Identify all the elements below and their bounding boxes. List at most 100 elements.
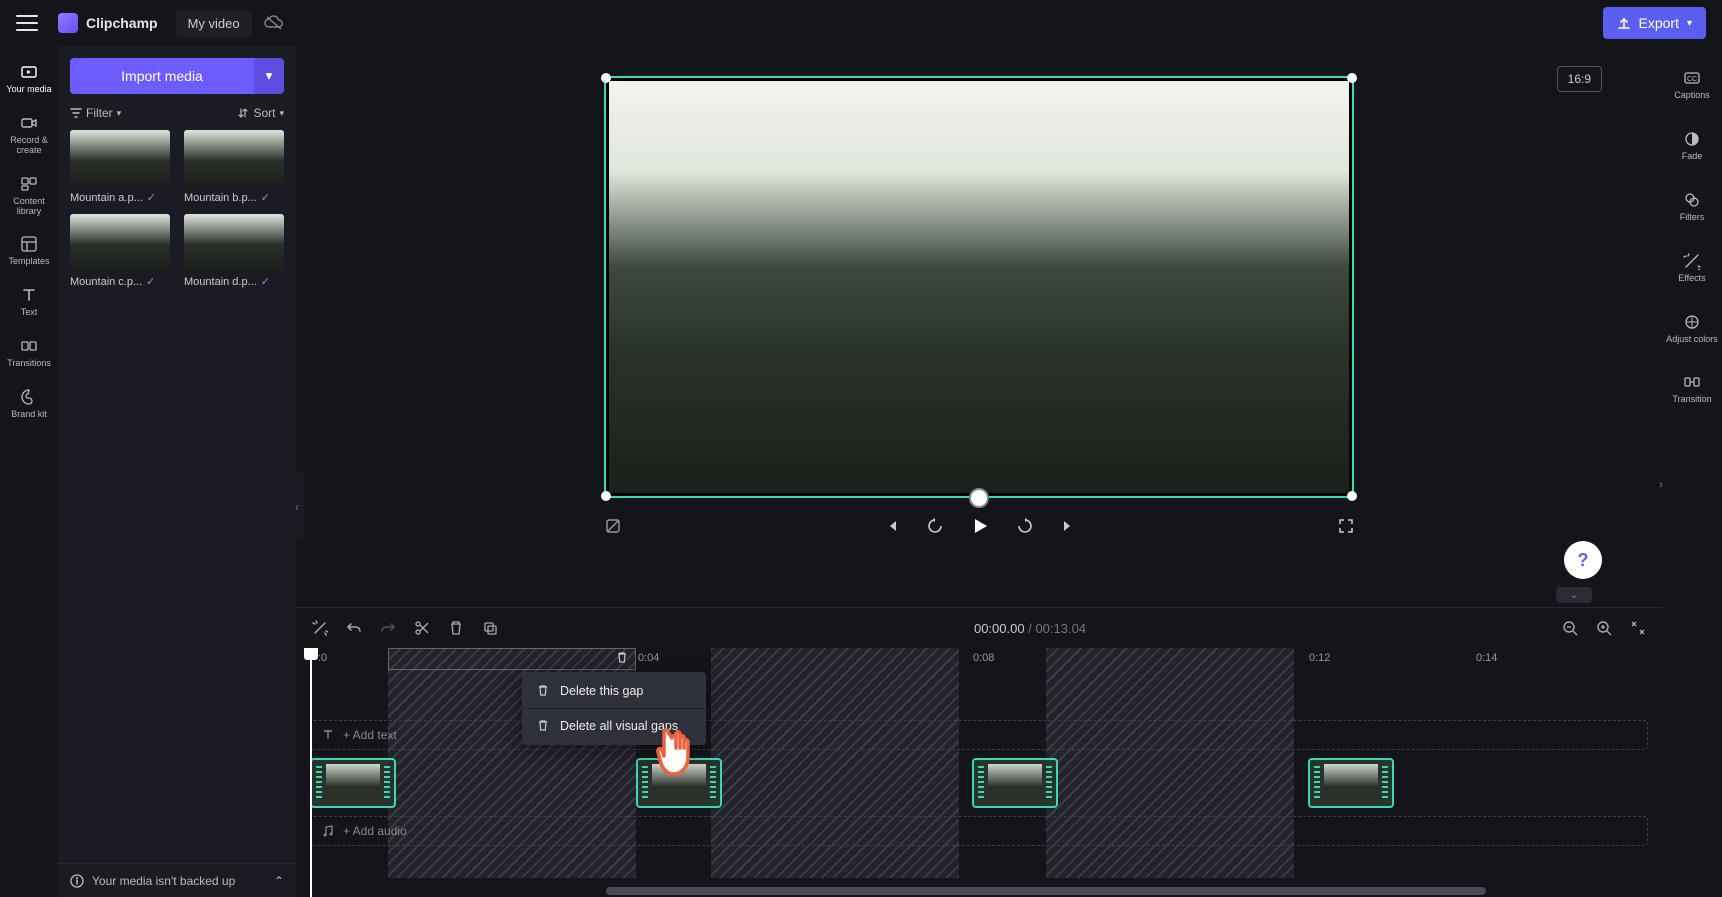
media-item[interactable]: Mountain a.p...✓	[70, 130, 170, 204]
text-track[interactable]: + Add text	[310, 720, 1648, 750]
media-thumbnail	[184, 130, 284, 186]
delete-button[interactable]	[448, 620, 464, 636]
nav-content-library[interactable]: Content library	[0, 168, 58, 223]
media-thumbnail	[184, 214, 284, 270]
text-icon	[19, 285, 39, 305]
undo-button[interactable]	[346, 620, 362, 636]
forward-icon[interactable]	[1016, 517, 1034, 535]
skip-start-icon[interactable]	[884, 518, 900, 534]
audio-track[interactable]: + Add audio	[310, 816, 1648, 846]
nav-your-media[interactable]: Your media	[4, 56, 53, 101]
check-icon: ✓	[147, 191, 156, 204]
app-header: Clipchamp My video Export ▾	[0, 0, 1722, 46]
rotate-handle[interactable]	[969, 488, 989, 508]
check-icon: ✓	[261, 275, 270, 288]
music-icon	[321, 824, 335, 838]
magic-icon[interactable]	[312, 620, 328, 636]
app-logo[interactable]: Clipchamp	[58, 13, 158, 33]
chevron-up-icon: ⌃	[274, 874, 284, 888]
sync-off-icon[interactable]	[264, 15, 284, 31]
aspect-ratio-button[interactable]: 16:9	[1557, 66, 1602, 92]
library-icon	[19, 174, 39, 194]
resize-handle[interactable]	[1347, 73, 1357, 83]
filter-icon	[70, 107, 82, 119]
nav-transitions[interactable]: Transitions	[5, 330, 53, 375]
zoom-in-button[interactable]	[1596, 620, 1612, 636]
nav-templates[interactable]: Templates	[6, 228, 51, 273]
sort-button[interactable]: Sort ▾	[237, 106, 284, 120]
templates-icon	[19, 234, 39, 254]
trash-icon	[536, 684, 550, 698]
resize-handle[interactable]	[601, 73, 611, 83]
selected-gap[interactable]	[388, 648, 636, 670]
media-item[interactable]: Mountain d.p...✓	[184, 214, 284, 288]
play-button[interactable]	[970, 516, 990, 536]
video-clip[interactable]	[310, 758, 396, 808]
captions-icon: CC	[1682, 68, 1702, 88]
redo-button[interactable]	[380, 620, 396, 636]
duplicate-button[interactable]	[482, 620, 498, 636]
resize-handle[interactable]	[1347, 491, 1357, 501]
skip-end-icon[interactable]	[1060, 518, 1076, 534]
transitions-icon	[19, 336, 39, 356]
nav-text[interactable]: Text	[17, 279, 41, 324]
cursor-hand-icon	[656, 718, 708, 778]
adjust-colors-icon	[1682, 312, 1702, 332]
nav-captions[interactable]: CC Captions	[1672, 62, 1712, 107]
help-button[interactable]: ?	[1564, 541, 1602, 579]
backup-notice[interactable]: Your media isn't backed up ⌃	[58, 863, 296, 897]
video-clip[interactable]	[1308, 758, 1394, 808]
split-button[interactable]	[414, 620, 430, 636]
delete-gap-icon[interactable]	[615, 651, 629, 665]
export-button[interactable]: Export ▾	[1603, 7, 1707, 39]
media-item[interactable]: Mountain b.p...✓	[184, 130, 284, 204]
media-item[interactable]: Mountain c.p...✓	[70, 214, 170, 288]
filters-icon	[1682, 190, 1702, 210]
nav-record-create[interactable]: Record & create	[0, 107, 58, 162]
nav-adjust-colors[interactable]: Adjust colors	[1664, 306, 1720, 351]
playhead[interactable]	[310, 648, 312, 897]
crop-icon[interactable]	[604, 517, 622, 535]
timeline: 00:00.00 / 00:13.04 :0 0:02 0:04 0:06 0:…	[296, 607, 1662, 897]
rewind-icon[interactable]	[926, 517, 944, 535]
menu-button[interactable]	[16, 12, 38, 34]
preview-frame	[609, 81, 1349, 493]
chevron-down-icon: ▾	[266, 68, 273, 84]
camera-icon	[19, 113, 39, 133]
playback-controls	[604, 516, 1354, 536]
right-sidebar: CC Captions Fade Filters Effects Adjust …	[1662, 46, 1722, 897]
menu-delete-this-gap[interactable]: Delete this gap	[522, 674, 706, 708]
fullscreen-icon[interactable]	[1338, 518, 1354, 534]
timeline-scrollbar[interactable]	[606, 887, 1486, 895]
video-clip[interactable]	[972, 758, 1058, 808]
media-panel: Import media ▾ Filter ▾ Sort ▾ Mountain …	[58, 46, 296, 897]
project-title[interactable]: My video	[176, 10, 252, 37]
brandkit-icon	[19, 387, 39, 407]
upload-icon	[1617, 16, 1631, 30]
nav-brand-kit[interactable]: Brand kit	[9, 381, 49, 426]
nav-fade[interactable]: Fade	[1680, 123, 1705, 168]
filter-button[interactable]: Filter ▾	[70, 106, 121, 120]
trash-icon	[536, 719, 550, 733]
nav-transition[interactable]: Transition	[1670, 366, 1713, 411]
export-label: Export	[1639, 15, 1679, 31]
left-sidebar: Your media Record & create Content libra…	[0, 46, 58, 897]
video-track[interactable]	[296, 758, 1662, 808]
collapse-right-panel-button[interactable]: ›	[1654, 449, 1668, 519]
zoom-fit-button[interactable]	[1630, 620, 1646, 636]
preview-canvas[interactable]	[604, 76, 1354, 498]
import-dropdown-button[interactable]: ▾	[254, 58, 284, 94]
check-icon: ✓	[146, 275, 155, 288]
media-thumbnail	[70, 214, 170, 270]
nav-effects[interactable]: Effects	[1676, 245, 1707, 290]
import-media-button[interactable]: Import media	[70, 58, 254, 94]
sort-icon	[237, 107, 249, 119]
preview-area: 16:9 ? ⌄	[296, 46, 1662, 607]
zoom-out-button[interactable]	[1562, 620, 1578, 636]
nav-filters[interactable]: Filters	[1678, 184, 1707, 229]
collapse-timeline-button[interactable]: ⌄	[1556, 587, 1592, 603]
media-thumbnail	[70, 130, 170, 186]
media-icon	[19, 62, 39, 82]
resize-handle[interactable]	[601, 491, 611, 501]
chevron-down-icon: ▾	[117, 108, 122, 119]
